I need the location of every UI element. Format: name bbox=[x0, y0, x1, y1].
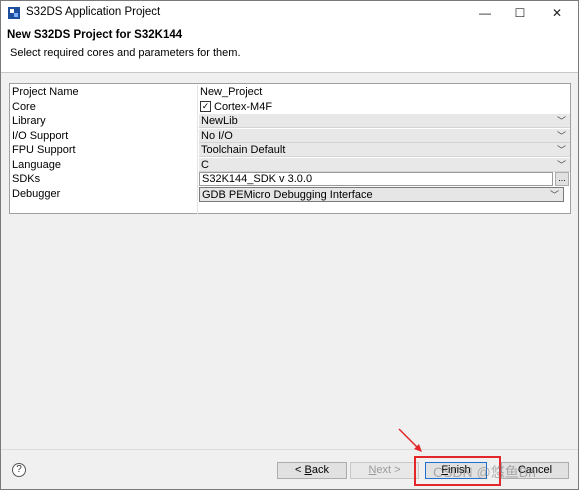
help-icon[interactable]: ? bbox=[12, 463, 26, 477]
minimize-button[interactable]: — bbox=[469, 1, 501, 25]
footer-divider bbox=[1, 449, 578, 450]
core-checkbox[interactable]: ✓ bbox=[200, 100, 211, 112]
core-checkbox-label: Cortex-M4F bbox=[214, 100, 273, 113]
maximize-button[interactable]: ☐ bbox=[504, 1, 536, 25]
chevron-down-icon: ﹀ bbox=[556, 116, 566, 126]
library-select[interactable]: NewLib ﹀ bbox=[199, 114, 570, 128]
window-title: S32DS Application Project bbox=[26, 6, 161, 18]
property-row-debugger: Debugger GDB PEMicro Debugging Interface… bbox=[10, 186, 570, 202]
property-name: Project Name bbox=[12, 86, 79, 98]
property-row-sdks: SDKs S32K144_SDK v 3.0.0 ... bbox=[10, 172, 570, 187]
chevron-down-icon: ﹀ bbox=[556, 145, 566, 155]
sdks-value: S32K144_SDK v 3.0.0 bbox=[202, 173, 313, 185]
sdks-field[interactable]: S32K144_SDK v 3.0.0 bbox=[199, 172, 553, 186]
maximize-icon: ☐ bbox=[514, 6, 526, 20]
property-row-project-name: Project Name New_Project bbox=[10, 85, 570, 100]
close-button[interactable]: ✕ bbox=[541, 1, 573, 25]
minimize-icon: — bbox=[479, 6, 491, 20]
next-button[interactable]: Next > bbox=[350, 462, 419, 479]
page-title: New S32DS Project for S32K144 bbox=[7, 29, 183, 41]
fpu-support-value: Toolchain Default bbox=[201, 144, 286, 156]
property-name: Debugger bbox=[12, 187, 61, 200]
property-name: Language bbox=[12, 158, 61, 171]
chevron-down-icon: ﹀ bbox=[556, 159, 566, 170]
property-name: Library bbox=[12, 115, 46, 127]
properties-table: Project Name New_Project Core ✓ Cortex-M… bbox=[9, 83, 571, 214]
dialog-window: S32DS Application Project — ☐ ✕ New S32D… bbox=[0, 0, 579, 490]
chevron-down-icon: ﹀ bbox=[556, 130, 566, 141]
property-row-io-support: I/O Support No I/O ﹀ bbox=[10, 128, 570, 143]
checkmark-icon: ✓ bbox=[201, 100, 210, 111]
property-name: FPU Support bbox=[12, 144, 76, 156]
property-name: Core bbox=[12, 100, 36, 113]
property-row-core: Core ✓ Cortex-M4F bbox=[10, 99, 570, 114]
annotation-arrow-icon bbox=[398, 428, 422, 452]
property-row-fpu-support: FPU Support Toolchain Default ﹀ bbox=[10, 143, 570, 158]
watermark: CSDN @悠鱼Bh bbox=[433, 464, 536, 480]
io-support-value: No I/O bbox=[201, 129, 233, 142]
property-name: I/O Support bbox=[12, 129, 69, 142]
app-icon bbox=[8, 7, 20, 19]
library-value: NewLib bbox=[201, 115, 238, 127]
back-button[interactable]: < Back bbox=[277, 462, 347, 479]
property-row-language: Language C ﹀ bbox=[10, 157, 570, 172]
language-select[interactable]: C ﹀ bbox=[199, 157, 570, 172]
property-name: SDKs bbox=[12, 173, 41, 185]
page-description: Select required cores and parameters for… bbox=[10, 47, 241, 59]
fpu-support-select[interactable]: Toolchain Default ﹀ bbox=[199, 143, 570, 157]
sdks-browse-button[interactable]: ... bbox=[555, 172, 569, 186]
title-bar: S32DS Application Project — ☐ ✕ bbox=[1, 1, 578, 25]
io-support-select[interactable]: No I/O ﹀ bbox=[199, 128, 570, 143]
chevron-down-icon: ﹀ bbox=[549, 189, 559, 200]
wizard-header: New S32DS Project for S32K144 Select req… bbox=[1, 25, 578, 73]
debugger-value: GDB PEMicro Debugging Interface bbox=[202, 188, 373, 201]
property-row-library: Library NewLib ﹀ bbox=[10, 114, 570, 129]
debugger-select[interactable]: GDB PEMicro Debugging Interface ﹀ bbox=[199, 186, 564, 202]
close-icon: ✕ bbox=[551, 6, 563, 20]
language-value: C bbox=[201, 158, 209, 171]
project-name-input[interactable]: New_Project bbox=[199, 85, 569, 99]
